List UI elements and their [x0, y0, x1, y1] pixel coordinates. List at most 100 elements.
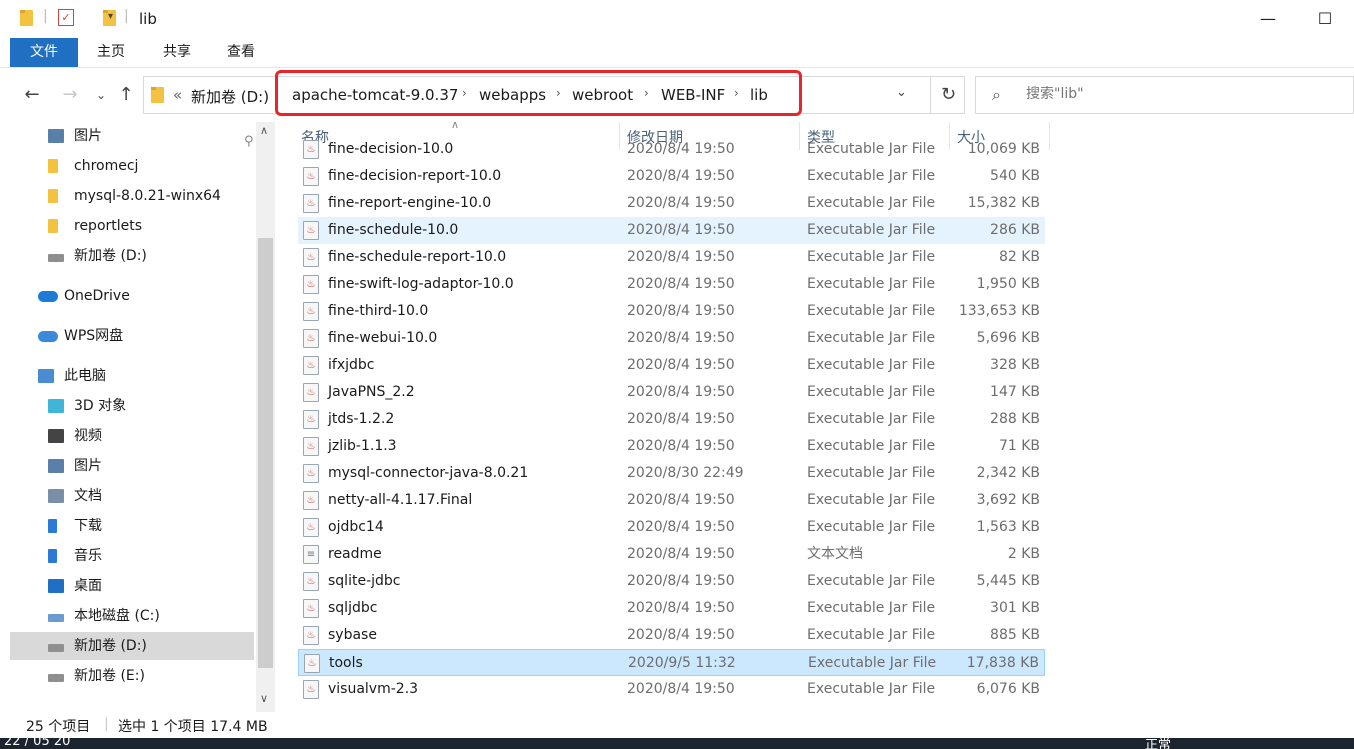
file-size: 71 KB: [998, 438, 1040, 454]
chevron-down-icon[interactable]: ⌄: [896, 85, 907, 100]
file-row[interactable]: ♨ visualvm-2.3 2020/8/4 19:50 Executable Ja…: [298, 676, 1045, 703]
breadcrumb-drive[interactable]: 新加卷 (D:): [191, 86, 269, 107]
documents-icon: [48, 489, 64, 503]
sidebar-item[interactable]: 文档: [10, 482, 254, 510]
tab-view[interactable]: 查看: [216, 38, 266, 67]
maximize-button[interactable]: ☐: [1305, 6, 1345, 32]
file-date: 2020/8/4 19:50: [627, 141, 735, 157]
file-name: fine-webui-10.0: [328, 330, 438, 346]
file-type: Executable Jar File: [807, 519, 936, 535]
sidebar-item[interactable]: 新加卷 (D:): [10, 242, 254, 270]
sidebar-scrollbar[interactable]: ∧ ∨: [256, 122, 275, 712]
file-row[interactable]: ♨ fine-decision-10.0 2020/8/4 19:50 Executa…: [298, 136, 1045, 163]
file-row[interactable]: ♨ fine-schedule-report-10.0 2020/8/4 19:50…: [298, 244, 1045, 271]
windows-drive-icon: [48, 614, 64, 622]
file-row[interactable]: ♨ fine-third-10.0 2020/8/4 19:50 Executable…: [298, 298, 1045, 325]
file-date: 2020/8/4 19:50: [627, 627, 735, 643]
sidebar-item-label: 视频: [74, 428, 102, 444]
file-row[interactable]: ♨ ifxjdbc 2020/8/4 19:50 Executable Jar Fil…: [298, 352, 1045, 379]
cloud-icon: [38, 331, 58, 342]
file-date: 2020/8/4 19:50: [627, 411, 735, 427]
file-row[interactable]: ♨ netty-all-4.1.17.Final 2020/8/4 19:50 Exe…: [298, 487, 1045, 514]
file-row[interactable]: ♨ fine-schedule-10.0 2020/8/4 19:50 Executa…: [298, 217, 1045, 244]
file-date: 2020/8/4 19:50: [627, 357, 735, 373]
back-button[interactable]: ←: [19, 81, 45, 109]
sidebar-item[interactable]: OneDrive: [10, 282, 254, 310]
file-row[interactable]: ♨ tools 2020/9/5 11:32 Executable Jar File 1…: [298, 649, 1045, 676]
file-type: Executable Jar File: [808, 655, 937, 671]
file-list: ∧ 名称 修改日期 类型 大小 ♨ fine-decision-10.0 2020/…: [275, 122, 1354, 712]
file-date: 2020/8/4 19:50: [627, 384, 735, 400]
sidebar-item-label: WPS网盘: [64, 328, 124, 344]
file-date: 2020/8/4 19:50: [627, 195, 735, 211]
file-size: 286 KB: [990, 222, 1040, 238]
jar-file-icon: ♨: [303, 410, 319, 429]
sidebar-item-label: 图片: [74, 458, 102, 474]
search-icon: ⌕: [992, 85, 1001, 104]
jar-file-icon: ♨: [304, 654, 320, 673]
file-date: 2020/8/4 19:50: [627, 519, 735, 535]
sidebar-item[interactable]: 本地磁盘 (C:): [10, 602, 254, 630]
chevron-down-icon[interactable]: ▾: [108, 11, 113, 22]
jar-file-icon: ♨: [303, 302, 319, 321]
tab-file[interactable]: 文件: [10, 38, 78, 67]
drive-icon: [48, 644, 64, 652]
sidebar-item[interactable]: 音乐: [10, 542, 254, 570]
sidebar-item[interactable]: 此电脑: [10, 362, 254, 390]
sidebar-item-label: chromecj: [74, 158, 139, 174]
file-name: sqljdbc: [328, 600, 378, 616]
file-row[interactable]: ≡ readme 2020/8/4 19:50 文本文档 2 KB: [298, 541, 1045, 568]
jar-file-icon: ♨: [303, 167, 319, 186]
jar-file-icon: ♨: [303, 464, 319, 483]
properties-icon[interactable]: ✓: [58, 9, 74, 26]
file-size: 288 KB: [990, 411, 1040, 427]
file-size: 6,076 KB: [976, 681, 1040, 697]
file-row[interactable]: ♨ jzlib-1.1.3 2020/8/4 19:50 Executable Jar…: [298, 433, 1045, 460]
search-input[interactable]: [1026, 86, 1326, 102]
file-name: ojdbc14: [328, 519, 384, 535]
sidebar-item[interactable]: mysql-8.0.21-winx64: [10, 182, 254, 210]
file-name: fine-decision-10.0: [328, 141, 454, 157]
recent-locations-button[interactable]: ⌄: [88, 81, 114, 109]
sidebar-item[interactable]: 桌面: [10, 572, 254, 600]
sidebar-item[interactable]: WPS网盘: [10, 322, 254, 350]
up-button[interactable]: ↑: [113, 81, 139, 109]
forward-button[interactable]: →: [57, 81, 83, 109]
breadcrumb-overflow[interactable]: «: [173, 86, 182, 104]
sidebar-item[interactable]: 视频: [10, 422, 254, 450]
sidebar-item[interactable]: chromecj: [10, 152, 254, 180]
file-row[interactable]: ♨ JavaPNS_2.2 2020/8/4 19:50 Executable Jar…: [298, 379, 1045, 406]
scroll-down-icon[interactable]: ∨: [260, 692, 268, 705]
scroll-up-icon[interactable]: ∧: [260, 124, 268, 137]
file-row[interactable]: ♨ sqljdbc 2020/8/4 19:50 Executable Jar Fil…: [298, 595, 1045, 622]
file-size: 328 KB: [990, 357, 1040, 373]
sidebar-item[interactable]: 新加卷 (D:): [10, 632, 254, 660]
scrollbar-thumb[interactable]: [258, 238, 273, 668]
file-name: fine-schedule-report-10.0: [328, 249, 507, 265]
file-row[interactable]: ♨ mysql-connector-java-8.0.21 2020/8/30 22…: [298, 460, 1045, 487]
file-row[interactable]: ♨ sybase 2020/8/4 19:50 Executable Jar File…: [298, 622, 1045, 649]
file-row[interactable]: ♨ fine-report-engine-10.0 2020/8/4 19:50 Ex…: [298, 190, 1045, 217]
tab-share[interactable]: 共享: [152, 38, 202, 67]
refresh-button[interactable]: ↻: [930, 77, 966, 113]
sidebar-item[interactable]: 图片: [10, 452, 254, 480]
sidebar-item-label: 本地磁盘 (C:): [74, 608, 160, 624]
file-row[interactable]: ♨ fine-swift-log-adaptor-10.0 2020/8/4 19:…: [298, 271, 1045, 298]
sidebar-item[interactable]: 图片 ⚲: [10, 122, 254, 150]
sidebar-item[interactable]: reportlets: [10, 212, 254, 240]
minimize-button[interactable]: —: [1248, 6, 1288, 32]
file-row[interactable]: ♨ fine-decision-report-10.0 2020/8/4 19:50…: [298, 163, 1045, 190]
file-date: 2020/8/4 19:50: [627, 303, 735, 319]
sidebar-item[interactable]: 下载: [10, 512, 254, 540]
sidebar-item[interactable]: 新加卷 (E:): [10, 662, 254, 690]
file-name: ifxjdbc: [328, 357, 375, 373]
file-row[interactable]: ♨ ojdbc14 2020/8/4 19:50 Executable Jar Fil…: [298, 514, 1045, 541]
file-row[interactable]: ♨ sqlite-jdbc 2020/8/4 19:50 Executable Jar…: [298, 568, 1045, 595]
tab-home[interactable]: 主页: [86, 38, 136, 67]
search-box[interactable]: ⌕: [975, 76, 1354, 114]
jar-file-icon: ♨: [303, 194, 319, 213]
sidebar-item[interactable]: 3D 对象: [10, 392, 254, 420]
file-row[interactable]: ♨ jtds-1.2.2 2020/8/4 19:50 Executable Jar …: [298, 406, 1045, 433]
file-row[interactable]: ♨ fine-webui-10.0 2020/8/4 19:50 Executable…: [298, 325, 1045, 352]
column-divider[interactable]: [1049, 122, 1050, 150]
